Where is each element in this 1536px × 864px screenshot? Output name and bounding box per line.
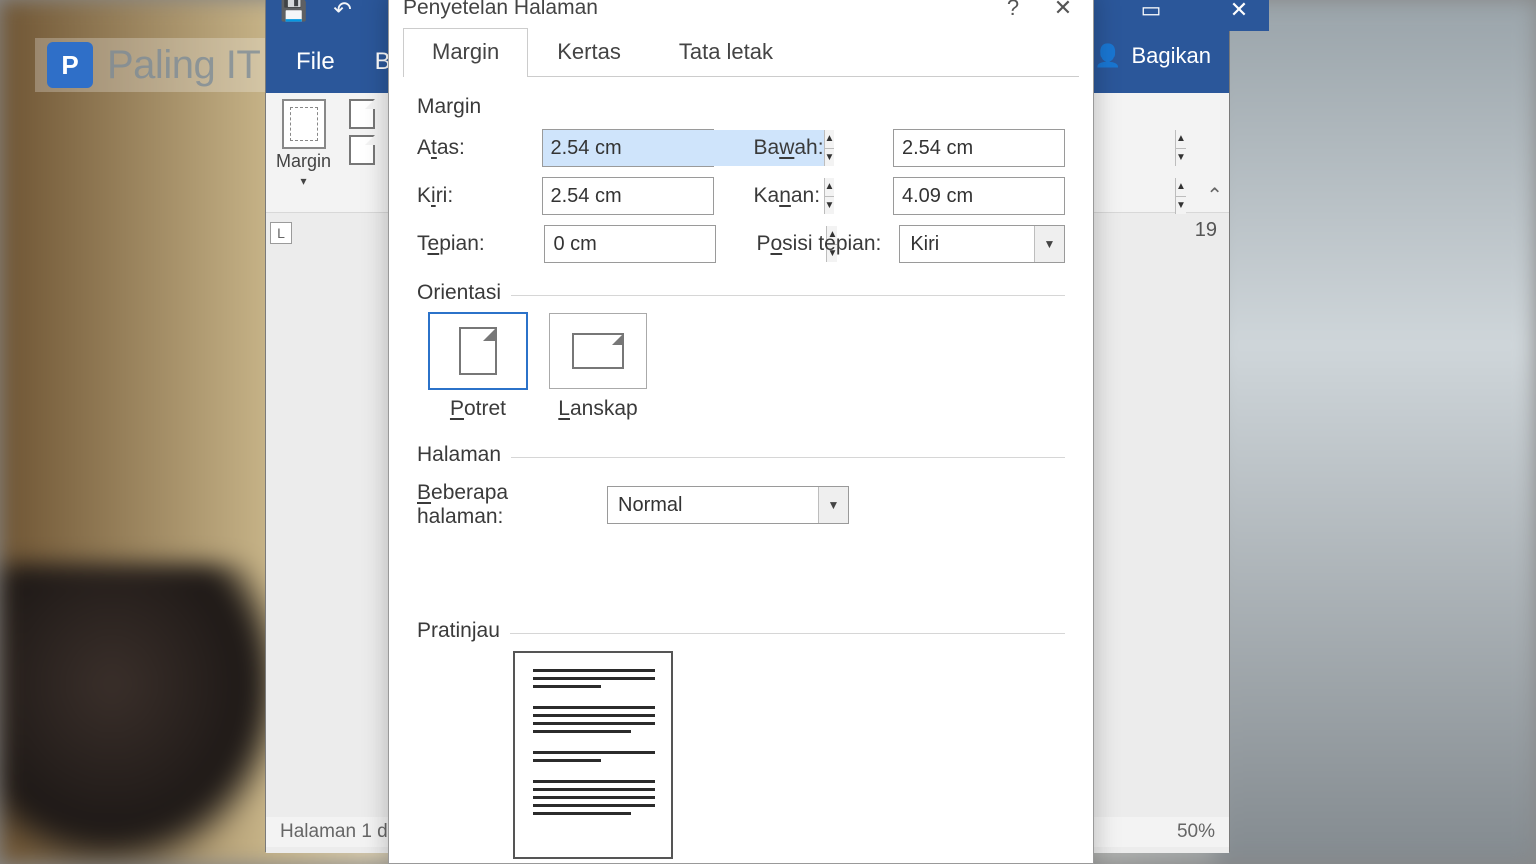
tab-kertas[interactable]: Kertas [528, 28, 650, 77]
landscape-label: Lanskap [558, 397, 637, 421]
status-zoom[interactable]: 50% [1177, 821, 1215, 843]
status-page: Halaman 1 da [280, 821, 398, 843]
input-kanan-field[interactable] [894, 178, 1175, 214]
divider [511, 457, 1065, 458]
share-label: Bagikan [1131, 43, 1211, 69]
label-bawah: Bawah: [754, 136, 884, 160]
watermark-text: Paling IT [107, 43, 260, 88]
page-setup-dialog: Penyetelan Halaman ? ✕ Margin Kertas Tat… [388, 0, 1094, 864]
label-beberapa-halaman: Beberapa halaman: [417, 481, 597, 529]
dialog-tabs: Margin Kertas Tata letak [403, 27, 1079, 77]
group-orientasi: Orientasi [417, 281, 501, 305]
tab-margin[interactable]: Margin [403, 28, 528, 77]
input-atas[interactable]: ▲▼ [542, 129, 714, 167]
chevron-down-icon: ▾ [301, 174, 307, 188]
portrait-label: Potret [450, 397, 506, 421]
save-icon[interactable]: 💾 [280, 0, 307, 23]
select-posisi-value: Kiri [900, 233, 1034, 256]
group-margin: Margin [417, 95, 1065, 119]
word-restore-icon[interactable]: ▭ [1121, 0, 1181, 31]
spin-up-icon[interactable]: ▲ [1176, 178, 1186, 197]
input-tepian[interactable]: ▲▼ [544, 225, 716, 263]
tab-tata-letak[interactable]: Tata letak [650, 28, 802, 77]
orientation-landscape[interactable]: Lanskap [549, 313, 647, 421]
dialog-body: Margin Atas: ▲▼ Bawah: ▲▼ Kiri: ▲▼ Kanan… [389, 77, 1093, 859]
ribbon-page-icons[interactable] [349, 99, 375, 165]
portrait-icon [459, 327, 497, 375]
share-icon: 👤 [1094, 43, 1121, 69]
ribbon-file[interactable]: File [296, 48, 335, 76]
size-icon[interactable] [349, 135, 375, 165]
collapse-ribbon-icon[interactable]: ⌃ [1206, 183, 1223, 208]
preview-page [513, 651, 673, 859]
group-pratinjau: Pratinjau [417, 619, 500, 643]
ribbon-share[interactable]: 👤 Bagikan [1094, 43, 1211, 69]
input-bawah-field[interactable] [894, 130, 1175, 166]
divider [511, 295, 1065, 296]
label-tepian: Tepian: [417, 232, 534, 256]
chevron-down-icon[interactable]: ▼ [818, 487, 848, 523]
input-bawah[interactable]: ▲▼ [893, 129, 1065, 167]
dialog-help-icon[interactable]: ? [991, 0, 1035, 25]
select-beberapa-value: Normal [608, 494, 818, 517]
select-posisi-tepian[interactable]: Kiri ▼ [899, 225, 1065, 263]
watermark: P Paling IT [35, 38, 272, 92]
chevron-down-icon[interactable]: ▼ [1034, 226, 1064, 262]
word-close-icon[interactable]: ✕ [1209, 0, 1269, 31]
input-kanan[interactable]: ▲▼ [893, 177, 1065, 215]
input-kiri[interactable]: ▲▼ [542, 177, 714, 215]
orientation-icon[interactable] [349, 99, 375, 129]
watermark-logo-icon: P [47, 42, 93, 88]
ruler-marker: 19 [1195, 219, 1217, 242]
label-kanan: Kanan: [754, 184, 884, 208]
orientation-portrait[interactable]: Potret [429, 313, 527, 421]
spin-down-icon[interactable]: ▼ [1176, 149, 1186, 167]
ruler-corner-icon[interactable]: L [270, 222, 292, 244]
divider [510, 633, 1065, 634]
spin-down-icon[interactable]: ▼ [1176, 197, 1186, 215]
ribbon-margin-button[interactable]: Margin ▾ [276, 99, 331, 188]
dialog-titlebar: Penyetelan Halaman ? ✕ [389, 0, 1093, 27]
group-halaman: Halaman [417, 443, 501, 467]
dialog-title: Penyetelan Halaman [403, 0, 598, 20]
undo-icon[interactable]: ↶ [333, 0, 351, 23]
dialog-close-icon[interactable]: ✕ [1041, 0, 1085, 25]
margin-icon [282, 99, 326, 149]
select-beberapa-halaman[interactable]: Normal ▼ [607, 486, 849, 524]
landscape-icon [572, 333, 624, 369]
ribbon-margin-label: Margin [276, 151, 331, 172]
label-kiri: Kiri: [417, 184, 532, 208]
label-posisi-tepian: Posisi tepian: [756, 232, 889, 256]
label-atas: Atas: [417, 136, 532, 160]
spin-up-icon[interactable]: ▲ [1176, 130, 1186, 149]
